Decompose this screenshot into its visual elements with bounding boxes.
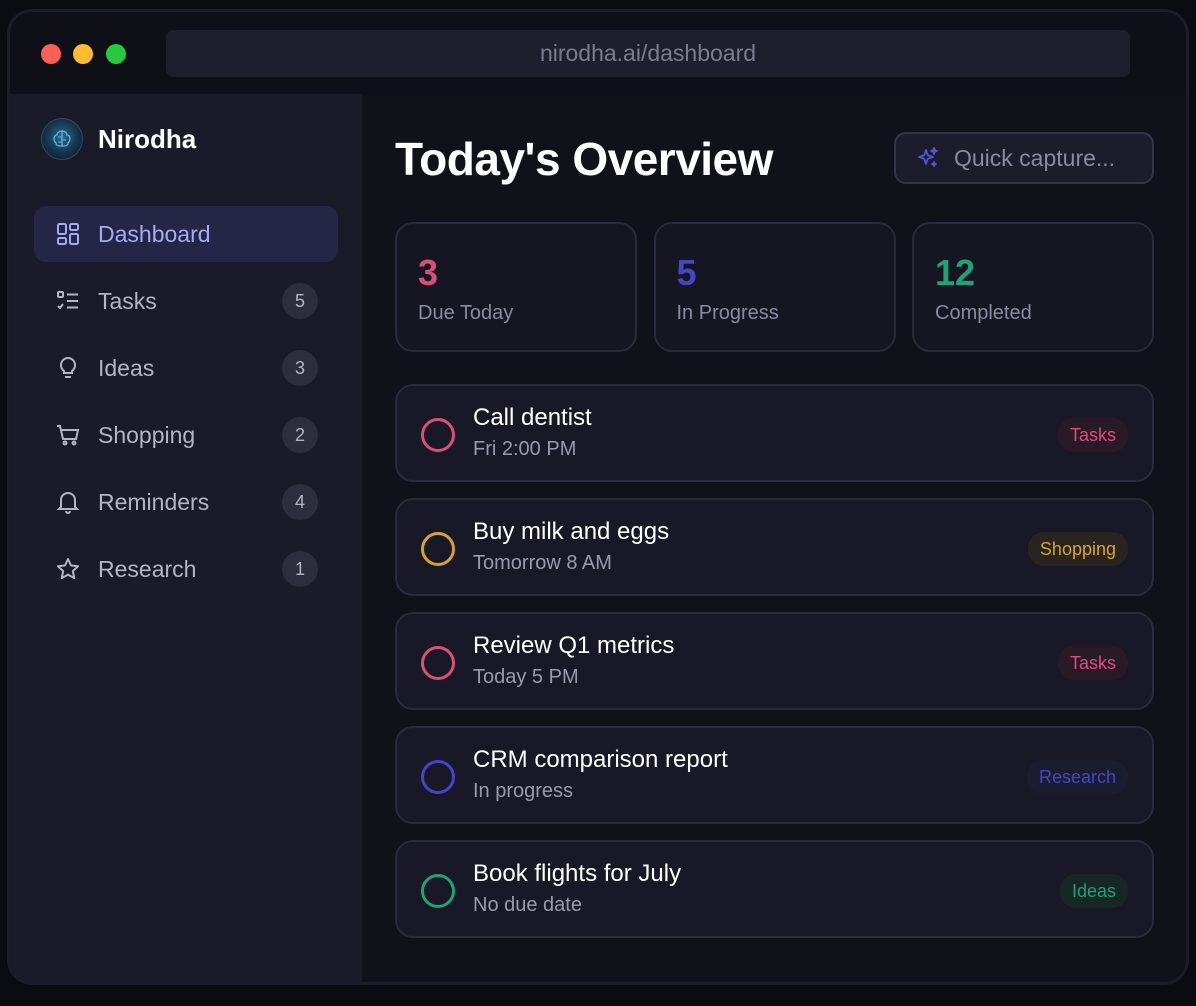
sidebar-item-shopping[interactable]: Shopping 2 xyxy=(34,407,338,463)
stat-value: 12 xyxy=(935,252,976,293)
task-title: Buy milk and eggs xyxy=(473,518,670,545)
stat-label: In Progress xyxy=(676,302,779,324)
category-tag: Tasks xyxy=(1057,418,1128,452)
quick-capture-button[interactable]: Quick capture... xyxy=(894,132,1154,184)
minimize-window-button[interactable] xyxy=(73,44,93,64)
task-checkbox[interactable] xyxy=(421,532,455,566)
maximize-window-button[interactable] xyxy=(106,44,126,64)
stat-card-completed[interactable]: 12 Completed xyxy=(912,222,1154,352)
stat-value: 5 xyxy=(676,252,697,293)
brand[interactable]: Nirodha xyxy=(41,118,196,160)
count-badge: 4 xyxy=(282,484,318,520)
sidebar-item-label: Reminders xyxy=(98,488,210,515)
page-title: Today's Overview xyxy=(395,133,773,185)
category-tag: Shopping xyxy=(1027,532,1128,566)
task-item[interactable]: Buy milk and eggs Tomorrow 8 AM Shopping xyxy=(395,498,1154,596)
count-badge: 1 xyxy=(282,551,318,587)
checklist-icon xyxy=(54,287,82,315)
sidebar-nav: Dashboard Tasks 5 Ideas 3 Shopping 2 Rem… xyxy=(34,206,338,608)
count-badge: 3 xyxy=(282,350,318,386)
quick-capture-label: Quick capture... xyxy=(954,144,1116,171)
sidebar-item-label: Shopping xyxy=(98,421,196,448)
task-item[interactable]: Book flights for July No due date Ideas xyxy=(395,840,1154,938)
sidebar-item-dashboard[interactable]: Dashboard xyxy=(34,206,338,262)
sidebar-item-label: Tasks xyxy=(98,287,157,314)
category-tag: Tasks xyxy=(1057,646,1128,680)
sidebar-item-research[interactable]: Research 1 xyxy=(34,541,338,597)
brain-logo-icon xyxy=(41,118,83,160)
stats-row: 3 Due Today 5 In Progress 12 Completed xyxy=(395,222,1154,352)
sidebar-item-label: Research xyxy=(98,555,197,582)
address-bar[interactable]: nirodha.ai/dashboard xyxy=(166,30,1130,77)
sidebar-item-label: Dashboard xyxy=(98,220,211,247)
star-icon xyxy=(54,555,82,583)
sidebar-item-ideas[interactable]: Ideas 3 xyxy=(34,340,338,396)
sidebar-item-label: Ideas xyxy=(98,354,155,381)
task-due: In progress xyxy=(473,780,574,802)
cart-icon xyxy=(54,421,82,449)
task-item[interactable]: CRM comparison report In progress Resear… xyxy=(395,726,1154,824)
close-window-button[interactable] xyxy=(41,44,61,64)
task-checkbox[interactable] xyxy=(421,418,455,452)
task-checkbox[interactable] xyxy=(421,646,455,680)
task-due: Fri 2:00 PM xyxy=(473,438,577,460)
stat-card-in-progress[interactable]: 5 In Progress xyxy=(653,222,896,352)
task-due: Today 5 PM xyxy=(473,666,579,688)
url-text: nirodha.ai/dashboard xyxy=(539,40,757,66)
sidebar: Nirodha Dashboard Tasks 5 Ideas 3 Shoppi… xyxy=(10,94,362,982)
task-list: Call dentist Fri 2:00 PM Tasks Buy milk … xyxy=(395,384,1154,954)
app-window: nirodha.ai/dashboard Nirodha Dashboard T… xyxy=(10,12,1186,982)
stat-value: 3 xyxy=(418,252,439,293)
bell-icon xyxy=(54,488,82,516)
category-tag: Ideas xyxy=(1059,874,1128,908)
count-badge: 5 xyxy=(282,283,318,319)
brand-name: Nirodha xyxy=(98,123,197,154)
stat-card-due-today[interactable]: 3 Due Today xyxy=(395,222,637,352)
sidebar-item-reminders[interactable]: Reminders 4 xyxy=(34,474,338,530)
count-badge: 2 xyxy=(282,417,318,453)
task-item[interactable]: Call dentist Fri 2:00 PM Tasks xyxy=(395,384,1154,482)
category-tag: Research xyxy=(1026,760,1128,794)
task-checkbox[interactable] xyxy=(421,760,455,794)
title-bar: nirodha.ai/dashboard xyxy=(10,12,1186,94)
task-due: Tomorrow 8 AM xyxy=(473,552,612,574)
dashboard-icon xyxy=(54,220,82,248)
sparkle-icon xyxy=(914,144,942,172)
task-title: Call dentist xyxy=(473,404,592,431)
sidebar-item-tasks[interactable]: Tasks 5 xyxy=(34,273,338,329)
stat-label: Completed xyxy=(935,302,1032,324)
task-title: Review Q1 metrics xyxy=(473,632,675,659)
main-content: Today's Overview Quick capture... 3 Due … xyxy=(362,94,1186,982)
lightbulb-icon xyxy=(54,354,82,382)
task-item[interactable]: Review Q1 metrics Today 5 PM Tasks xyxy=(395,612,1154,710)
task-title: CRM comparison report xyxy=(473,746,728,773)
stat-label: Due Today xyxy=(418,302,514,324)
task-title: Book flights for July xyxy=(473,860,682,887)
task-checkbox[interactable] xyxy=(421,874,455,908)
task-due: No due date xyxy=(473,894,582,916)
